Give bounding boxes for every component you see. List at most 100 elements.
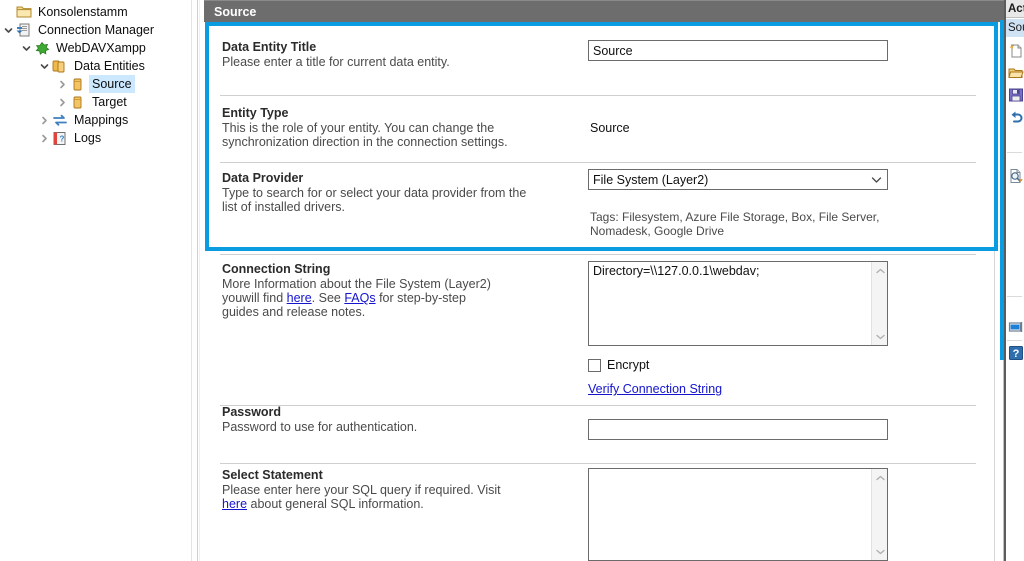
data-entity-title-label: Data Entity Title — [222, 40, 316, 54]
select-statement-scrollbar[interactable] — [871, 469, 887, 560]
actions-divider — [1007, 152, 1022, 153]
tree-item-label: Connection Manager — [35, 21, 157, 39]
splitter-line — [199, 0, 200, 561]
logs-icon: ? — [51, 130, 68, 146]
select-statement-value[interactable] — [589, 469, 871, 560]
scroll-down-icon[interactable] — [872, 328, 888, 345]
tree-item-label: Target — [89, 93, 130, 111]
tree-item-mappings[interactable]: Mappings — [0, 111, 188, 129]
data-provider-tags: Tags: Filesystem, Azure File Storage, Bo… — [590, 210, 920, 238]
select-statement-here-link[interactable]: here — [222, 497, 247, 511]
entity-icon — [69, 76, 86, 92]
entity-type-description: This is the role of your entity. You can… — [222, 121, 582, 149]
save-icon[interactable] — [1007, 86, 1024, 103]
open-folder-icon[interactable] — [1007, 64, 1024, 81]
tree-item-data-entities[interactable]: Data Entities — [0, 57, 188, 75]
scroll-up-icon[interactable] — [872, 262, 888, 279]
actions-panel: Actions Source — [1006, 0, 1024, 561]
password-description: Password to use for authentication. — [222, 420, 582, 434]
chevron-down-icon[interactable] — [2, 21, 15, 39]
connection-string-faqs-link[interactable]: FAQs — [344, 291, 375, 305]
tree-chevron-placeholder — [2, 3, 15, 21]
svg-text:?: ? — [1012, 348, 1019, 360]
tree-item-label: Konsolenstamm — [35, 3, 131, 21]
main-panel: Source Data Entity Title Please enter a … — [204, 0, 1004, 561]
password-label: Password — [222, 405, 281, 419]
encrypt-checkbox-row[interactable]: Encrypt — [588, 358, 649, 372]
application-window: Konsolenstamm Connection Manager — [0, 0, 1024, 561]
password-input[interactable] — [588, 419, 888, 440]
chevron-right-icon[interactable] — [56, 93, 69, 111]
select-statement-label: Select Statement — [222, 468, 323, 482]
tree-item-label: Mappings — [71, 111, 131, 129]
panel-splitter[interactable] — [188, 0, 204, 561]
tree-item-label: Data Entities — [71, 57, 148, 75]
connection-string-here-link[interactable]: here — [287, 291, 312, 305]
verify-connection-string-link[interactable]: Verify Connection String — [588, 382, 722, 396]
actions-divider — [1007, 296, 1022, 297]
section-divider — [220, 405, 976, 406]
select-statement-desc-line1: Please enter here your SQL query if requ… — [222, 483, 501, 497]
data-provider-selected-value: File System (Layer2) — [589, 173, 865, 187]
actions-panel-title: Actions — [1006, 0, 1024, 18]
plugin-icon — [33, 40, 50, 56]
tree-item-label: Source — [89, 75, 135, 93]
undo-icon[interactable] — [1007, 108, 1024, 125]
navigation-tree[interactable]: Konsolenstamm Connection Manager — [0, 0, 188, 561]
tree-item-source[interactable]: Source — [0, 75, 188, 93]
section-divider — [220, 95, 976, 96]
data-entity-title-input[interactable] — [588, 40, 888, 61]
data-provider-description: Type to search for or select your data p… — [222, 186, 592, 214]
tree-item-logs[interactable]: ? Logs — [0, 129, 188, 147]
chevron-down-icon[interactable] — [20, 39, 33, 57]
connection-string-textarea[interactable]: Directory=\\127.0.0.1\webdav; — [588, 261, 888, 346]
tree-item-target[interactable]: Target — [0, 93, 188, 111]
section-divider — [220, 254, 976, 255]
connection-string-value[interactable]: Directory=\\127.0.0.1\webdav; — [589, 262, 871, 345]
tree-item-webdavxampp[interactable]: WebDAVXampp — [0, 39, 188, 57]
select-statement-description: Please enter here your SQL query if requ… — [222, 483, 512, 511]
connection-manager-icon — [15, 22, 32, 38]
preview-icon[interactable] — [1007, 167, 1024, 184]
tree-item-label: WebDAVXampp — [53, 39, 149, 57]
svg-text:?: ? — [59, 134, 64, 143]
connection-string-description: More Information about the File System (… — [222, 277, 494, 319]
select-statement-textarea[interactable] — [588, 468, 888, 561]
select-statement-desc-line2: about general SQL information. — [247, 497, 424, 511]
chevron-right-icon[interactable] — [56, 75, 69, 93]
connection-string-scrollbar[interactable] — [871, 262, 887, 345]
entity-type-label: Entity Type — [222, 106, 288, 120]
entity-type-value: Source — [590, 121, 630, 135]
data-entity-title-description: Please enter a title for current data en… — [222, 55, 582, 69]
splitter-line — [191, 0, 192, 561]
chevron-down-icon[interactable] — [865, 176, 887, 184]
settings-form: Data Entity Title Please enter a title f… — [204, 22, 1004, 561]
chevron-down-icon[interactable] — [38, 57, 51, 75]
chevron-right-icon[interactable] — [38, 129, 51, 147]
encrypt-label: Encrypt — [607, 358, 649, 372]
section-divider — [220, 463, 976, 464]
data-provider-label: Data Provider — [222, 171, 303, 185]
actions-panel-tab-source[interactable]: Source — [1006, 19, 1024, 37]
mappings-icon — [51, 112, 68, 128]
scroll-up-icon[interactable] — [872, 469, 888, 486]
connection-string-desc-line4: release notes. — [287, 305, 366, 319]
tree-item-konsolenstamm[interactable]: Konsolenstamm — [0, 3, 188, 21]
connection-string-desc-mid: . See — [312, 291, 345, 305]
tree-item-connection-manager[interactable]: Connection Manager — [0, 21, 188, 39]
data-provider-select[interactable]: File System (Layer2) — [588, 169, 888, 190]
tree-item-label: Logs — [71, 129, 104, 147]
encrypt-checkbox[interactable] — [588, 359, 601, 372]
new-icon[interactable] — [1007, 42, 1024, 59]
splitter-line — [197, 0, 198, 561]
entity-icon — [69, 94, 86, 110]
actions-divider — [1007, 340, 1022, 341]
page-title: Source — [204, 0, 1004, 22]
chevron-right-icon[interactable] — [38, 111, 51, 129]
section-divider — [220, 162, 976, 163]
window-icon[interactable] — [1007, 318, 1024, 335]
connection-string-label: Connection String — [222, 262, 330, 276]
help-icon[interactable]: ? — [1007, 344, 1024, 361]
folder-icon — [15, 4, 32, 20]
scroll-down-icon[interactable] — [872, 543, 888, 560]
